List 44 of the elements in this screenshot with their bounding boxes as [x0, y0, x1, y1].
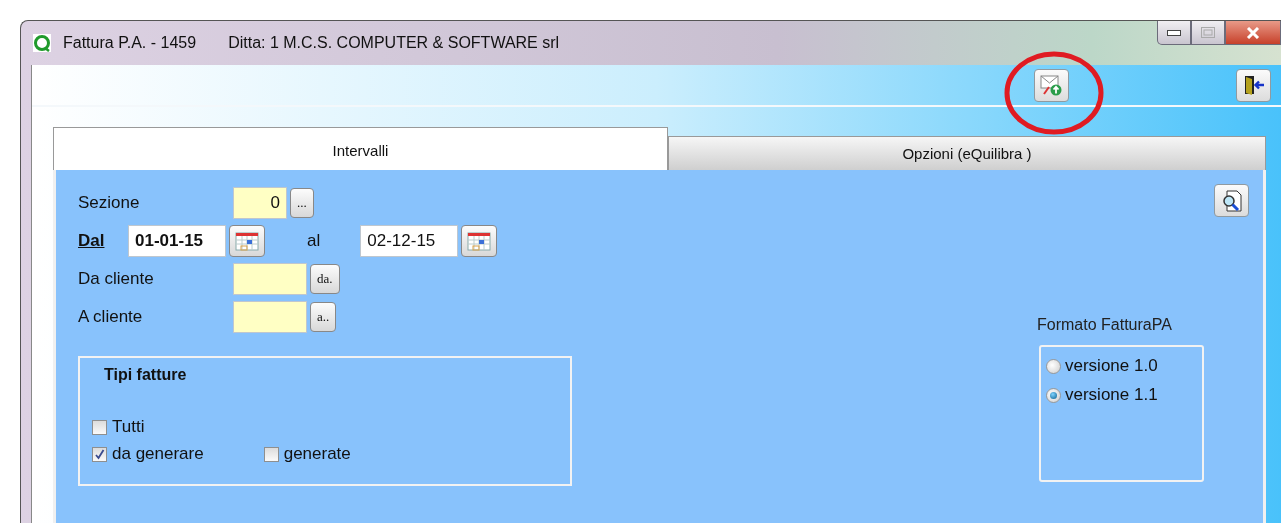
send-mail-button[interactable]	[1034, 68, 1069, 102]
window-title: Fattura P.A. - 1459	[63, 34, 197, 52]
field-label: al	[307, 231, 321, 251]
company-name: Ditta: 1 M.C.S. COMPUTER & SOFTWARE srl	[228, 34, 560, 52]
checkbox-label: Tutti	[112, 417, 145, 437]
date-field[interactable]: 01-01-15	[128, 225, 226, 257]
checkbox[interactable]	[263, 446, 279, 462]
calendar-button[interactable]	[461, 225, 498, 257]
calendar-button[interactable]	[229, 225, 265, 257]
maximize-icon	[1201, 27, 1215, 38]
field-label: Sezione	[78, 193, 141, 213]
lookup-button[interactable]: da.	[310, 264, 340, 294]
app-logo-icon	[33, 34, 51, 52]
group-title: Tipi fatture	[104, 366, 188, 384]
input-field[interactable]: 0	[233, 187, 287, 219]
maximize-button[interactable]	[1191, 21, 1225, 45]
radio-button[interactable]	[1046, 358, 1061, 374]
search-document-button[interactable]	[1214, 184, 1249, 217]
close-icon	[1246, 26, 1260, 39]
close-button[interactable]	[1225, 21, 1281, 45]
minimize-icon	[1167, 29, 1181, 36]
checkbox-label: generate	[283, 444, 351, 464]
checkbox[interactable]	[92, 419, 107, 435]
field-label: Dal	[78, 231, 106, 251]
radio-label: versione 1.1	[1065, 385, 1158, 405]
minimize-button[interactable]	[1157, 21, 1191, 45]
browse-button[interactable]: ...	[290, 188, 314, 218]
radio-label: versione 1.0	[1065, 356, 1158, 376]
calendar-icon	[467, 231, 492, 251]
checkbox-label: da generare	[112, 444, 204, 464]
calendar-icon	[235, 231, 259, 251]
input-field[interactable]	[233, 263, 307, 295]
checkbox[interactable]	[92, 446, 107, 462]
input-field[interactable]	[233, 301, 307, 333]
lookup-button[interactable]: a..	[310, 302, 337, 332]
radio-button[interactable]	[1046, 387, 1061, 403]
exit-button[interactable]	[1236, 68, 1271, 102]
date-field[interactable]: 02-12-15	[360, 225, 459, 257]
tab[interactable]: Intervalli	[53, 127, 668, 170]
field-label: Da cliente	[78, 269, 155, 289]
envelope-upload-icon	[1039, 74, 1064, 96]
tab[interactable]: Opzioni (eQuilibra )	[668, 136, 1266, 170]
field-label: A cliente	[78, 307, 144, 327]
group-title: Formato FatturaPA	[1037, 316, 1173, 334]
